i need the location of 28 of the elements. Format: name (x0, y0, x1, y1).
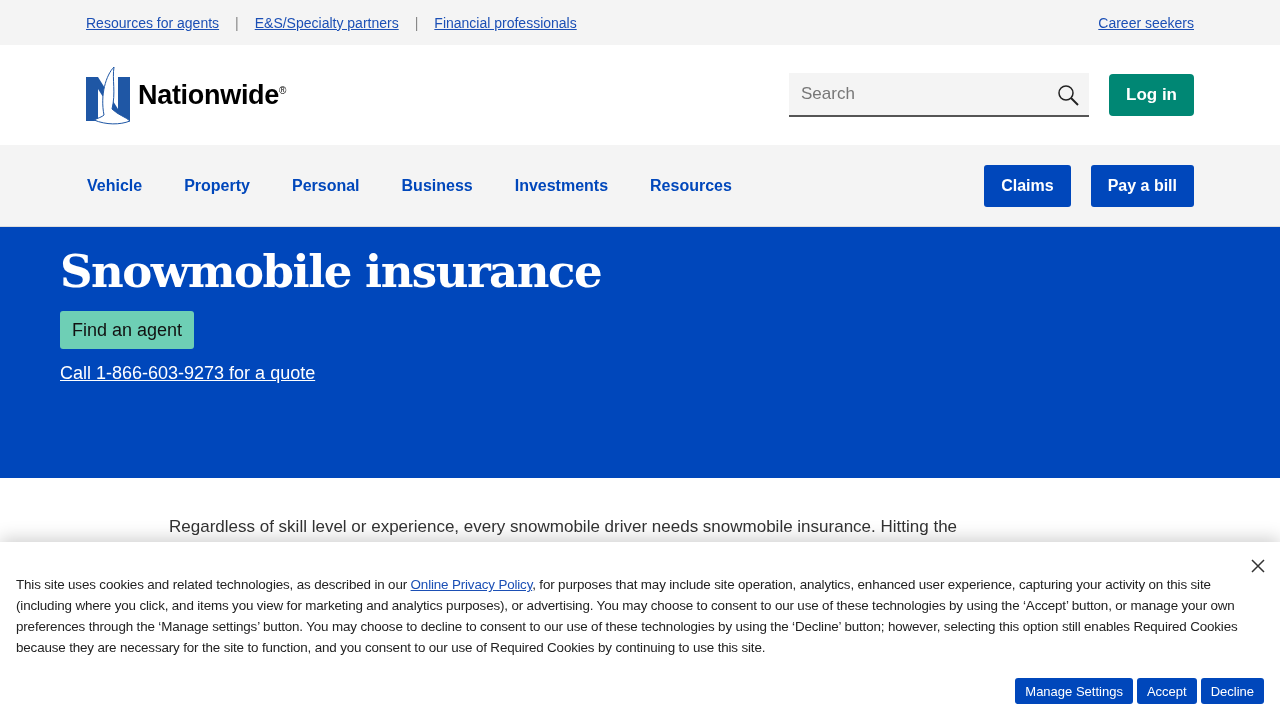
nav-item[interactable]: Investments (514, 176, 609, 195)
close-icon[interactable] (1250, 558, 1266, 574)
nav-item[interactable]: Business (401, 176, 473, 195)
find-agent-button[interactable]: Find an agent (60, 311, 195, 349)
cookie-notice: This site uses cookies and related technologies, as described in our Online Privacy Policy, for purposes that may include site operation, analytics, enhanced user experience, capturing your activity on this site (including where you click, and items you view for marketing and analytics purposes), or advertising. You may choose to consent to our use of these technologies by using the ‘Accept’ button, or manage your own preferences through the ‘Manage settings’ button. You may choose to decline to consent to our use of these technologies by using the ‘Decline’ button; however, selecting this option still enables Required Cookies because they are necessary for the site to function, and you consent to our use of Required Cookies by continuing to use this site. (16, 576, 1239, 657)
search-icon[interactable] (1057, 84, 1079, 106)
eagle-logo-icon (86, 65, 132, 125)
page-title: Snowmobile insurance (60, 245, 602, 299)
cookie-button[interactable]: Decline (1200, 678, 1264, 704)
cookie-button[interactable]: Accept (1136, 678, 1197, 704)
nav-button[interactable]: Claims (984, 164, 1071, 207)
login-button[interactable]: Log in (1109, 74, 1194, 116)
logo-text[interactable]: Nationwide$^{®}$ (138, 79, 287, 111)
phone-link[interactable]: Call 1-866-603-9273 for a quote (60, 363, 316, 384)
search-field[interactable]: Search (789, 73, 1089, 117)
separator: | (414, 14, 419, 31)
nav-item[interactable]: Vehicle (87, 176, 143, 195)
utility-link[interactable]: Financial professionals (434, 14, 577, 31)
nav-item[interactable]: Resources (650, 176, 732, 195)
nav-item[interactable]: Personal (291, 176, 360, 195)
utility-link[interactable]: Resources for agents (86, 14, 220, 31)
nav-item[interactable]: Property (184, 176, 250, 195)
cookie-button[interactable]: Manage Settings (1015, 678, 1133, 704)
separator: | (235, 14, 239, 31)
career-link[interactable]: Career seekers (1098, 14, 1194, 31)
utility-link[interactable]: E&S/Specialty partners (254, 14, 399, 31)
intro-text: Regardless of skill level or experience, every snowmobile driver needs snowmobile insurance. Hitting the (169, 516, 959, 538)
nav-button[interactable]: Pay a bill (1090, 164, 1194, 207)
